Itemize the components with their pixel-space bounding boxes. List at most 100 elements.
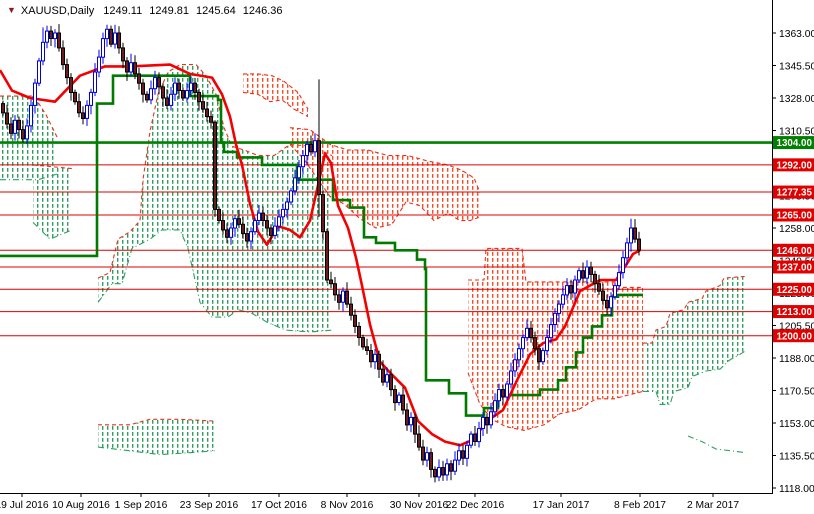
candle — [365, 338, 369, 355]
candle — [45, 25, 49, 49]
candle — [457, 443, 461, 466]
candle — [405, 403, 409, 431]
candle — [129, 53, 133, 76]
date-label: 22 Dec 2016 — [446, 500, 505, 511]
candle — [377, 350, 381, 378]
candle — [353, 309, 357, 334]
candle — [145, 91, 149, 103]
date-label: 8 Feb 2017 — [614, 500, 666, 511]
price-tick-label: 1310.50 — [779, 126, 814, 137]
symbol-ohlc-header: ▼ XAUUSD,Daily 1249.11 1249.81 1245.64 1246.3… — [7, 5, 290, 17]
price-level-tag-label: 1225.00 — [777, 285, 813, 296]
candle — [393, 385, 397, 411]
price-tick-label: 1188.00 — [779, 354, 814, 365]
open-value: 1249.11 — [103, 5, 143, 17]
candle — [217, 206, 221, 224]
candle — [93, 63, 97, 97]
candle — [253, 217, 257, 235]
candle — [149, 80, 153, 105]
candle — [137, 67, 141, 90]
candle — [213, 120, 217, 217]
candle — [621, 251, 625, 279]
price-level-tag-label: 1237.00 — [777, 263, 813, 274]
candle — [541, 347, 545, 365]
date-label: 30 Nov 2016 — [390, 500, 449, 511]
candle — [101, 32, 105, 64]
chart-context-triangle-icon[interactable]: ▼ — [7, 5, 16, 15]
candle — [417, 425, 421, 451]
candle — [357, 322, 361, 346]
candle — [441, 460, 445, 481]
candle — [453, 451, 457, 475]
price-level-tag-label: 1246.00 — [777, 246, 813, 257]
price-tick-label: 1153.00 — [779, 419, 814, 430]
ichimoku-cloud-green — [33, 164, 72, 240]
candle — [341, 287, 345, 312]
price-tick-label: 1258.00 — [779, 224, 814, 235]
candle — [633, 219, 637, 243]
candle — [333, 277, 337, 301]
candle — [425, 446, 429, 467]
candle — [65, 58, 69, 85]
price-level-tag-label: 1200.00 — [777, 331, 813, 342]
candle — [113, 24, 117, 49]
candle — [349, 296, 353, 321]
candle — [369, 343, 373, 368]
candle — [437, 459, 441, 482]
date-label: 2 Mar 2017 — [687, 500, 739, 511]
candle — [117, 26, 121, 54]
candle — [589, 261, 593, 282]
price-level-tag-label: 1304.00 — [777, 138, 813, 149]
candle — [629, 218, 633, 252]
candle — [125, 57, 129, 81]
price-level-tag-label: 1213.00 — [777, 307, 813, 318]
candle — [85, 100, 89, 126]
date-label: 17 Oct 2016 — [251, 500, 307, 511]
candle — [141, 78, 145, 103]
candle — [613, 282, 617, 300]
candle — [81, 106, 85, 125]
candle — [57, 24, 61, 52]
candle — [505, 381, 509, 400]
price-tick-label: 1345.50 — [779, 61, 814, 72]
plot-area — [0, 24, 772, 483]
price-tick-label: 1118.00 — [779, 484, 814, 495]
candle — [409, 412, 413, 433]
candle — [445, 458, 449, 481]
candle — [97, 49, 101, 78]
price-tick-label: 1363.00 — [779, 29, 814, 40]
date-label: 10 Aug 2016 — [52, 500, 110, 511]
candle — [421, 439, 425, 466]
price-level-tag-label: 1292.00 — [777, 160, 813, 171]
cloud-border-segment — [687, 435, 747, 454]
candle — [397, 392, 401, 406]
candle — [581, 262, 585, 283]
ichimoku-cloud-orange — [243, 73, 308, 117]
close-value: 1246.36 — [242, 5, 283, 17]
candle — [473, 426, 477, 446]
price-chart-canvas[interactable]: 1363.001345.501328.001310.501293.001275.… — [0, 0, 814, 514]
candle — [469, 431, 473, 449]
candle — [345, 282, 349, 308]
candle — [109, 25, 113, 48]
date-label: 8 Nov 2016 — [321, 500, 374, 511]
candle — [401, 387, 405, 415]
candle — [485, 413, 489, 434]
candle — [37, 57, 41, 87]
high-value: 1249.81 — [149, 5, 189, 17]
candle — [53, 29, 57, 48]
candle — [325, 228, 329, 283]
price-tick-label: 1170.50 — [779, 386, 814, 397]
ichimoku-cloud-green — [643, 276, 746, 405]
candle — [73, 89, 77, 105]
date-label: 23 Sep 2016 — [180, 500, 239, 511]
candle — [373, 349, 377, 370]
candle — [433, 466, 437, 483]
mt4-chart-window: { "header": { "symbol": "XAUUSD,Daily", … — [0, 0, 814, 514]
date-label: 17 Jan 2017 — [533, 500, 590, 511]
price-tick-label: 1135.50 — [779, 451, 814, 462]
candle — [121, 42, 125, 69]
candle — [413, 413, 417, 443]
price-level-tag-label: 1265.00 — [777, 211, 813, 222]
candle — [41, 27, 45, 66]
